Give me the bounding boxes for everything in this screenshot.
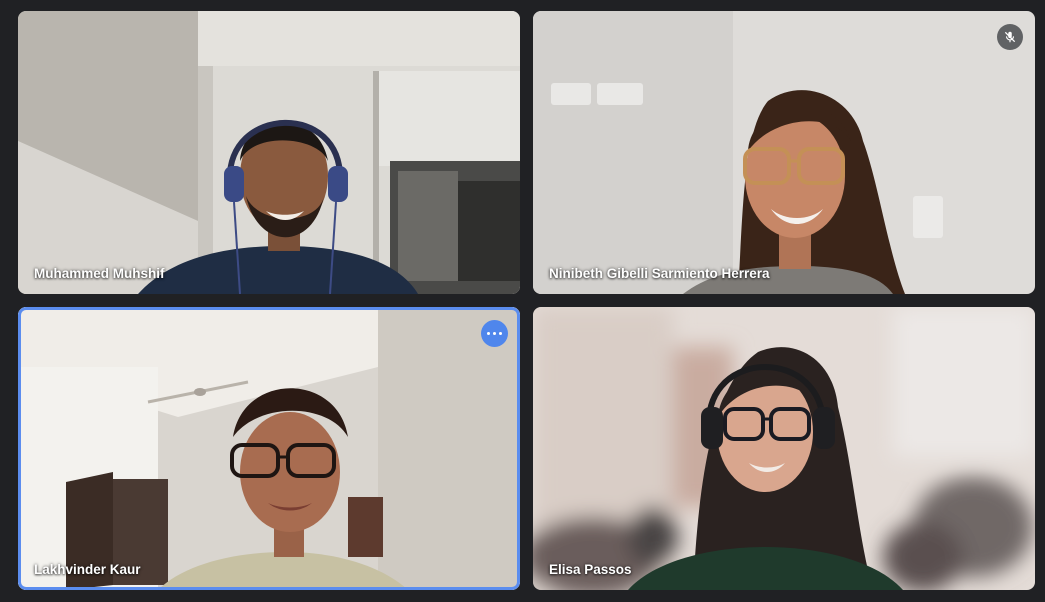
more-options-icon: [486, 331, 491, 336]
more-options-dot: [492, 331, 497, 336]
more-options-dot: [498, 331, 503, 336]
more-options-button[interactable]: [481, 320, 508, 347]
participant-name-label: Lakhvinder Kaur: [34, 562, 141, 577]
participant-tile-elisa[interactable]: Elisa Passos: [533, 307, 1035, 590]
participant-name-label: Ninibeth Gibelli Sarmiento Herrera: [549, 266, 770, 281]
participant-video-2: [533, 11, 1035, 294]
participant-name-label: Elisa Passos: [549, 562, 632, 577]
participant-video-1: [18, 11, 520, 294]
participant-tile-lakhvinder[interactable]: Lakhvinder Kaur: [18, 307, 520, 590]
participant-tile-muhammed[interactable]: Muhammed Muhshif: [18, 11, 520, 294]
participant-video-3: [18, 307, 520, 590]
mic-off-icon: [997, 24, 1023, 50]
video-grid: Muhammed Muhshif Ninibeth Gibelli Sarmie…: [0, 0, 1045, 602]
participant-name-label: Muhammed Muhshif: [34, 266, 165, 281]
participant-video-4: [533, 307, 1035, 590]
participant-tile-ninibeth[interactable]: Ninibeth Gibelli Sarmiento Herrera: [533, 11, 1035, 294]
